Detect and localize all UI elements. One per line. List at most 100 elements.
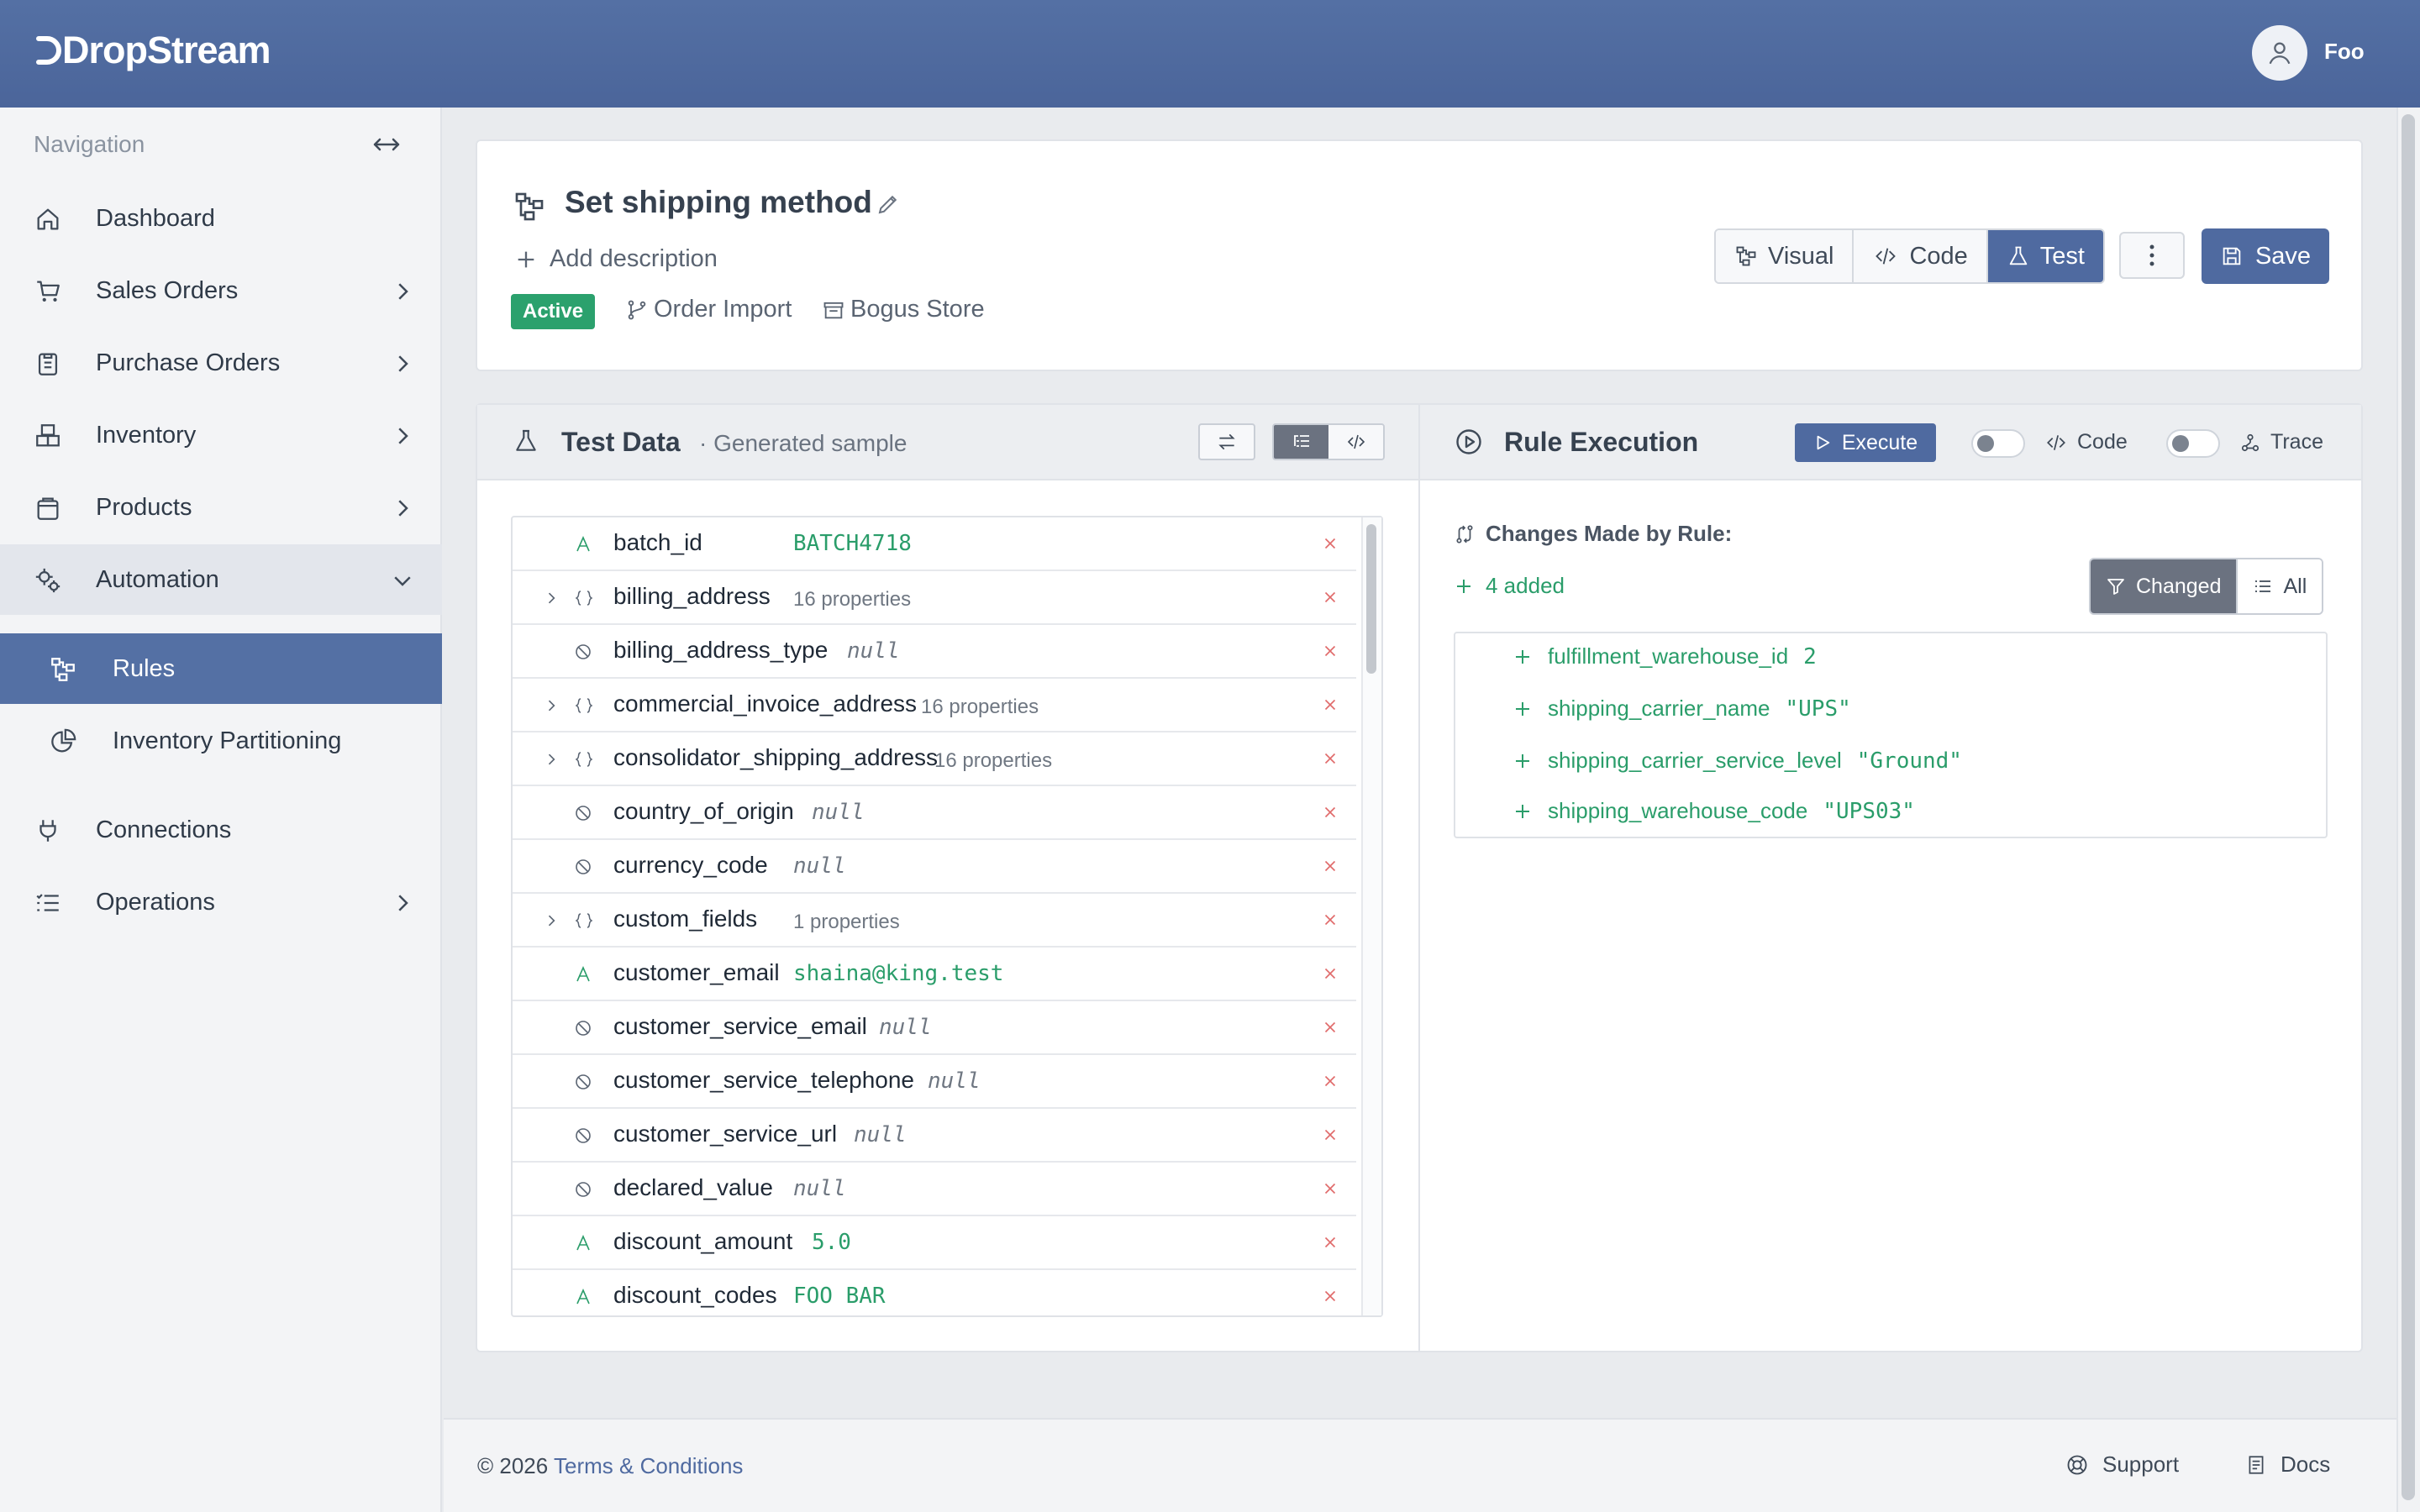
- sidebar-item-label: Connections: [96, 816, 232, 843]
- more-options-button[interactable]: [2119, 232, 2185, 279]
- list-item[interactable]: customer_service_telephone null: [513, 1055, 1356, 1109]
- app-logo[interactable]: DropStream: [34, 27, 271, 74]
- field-key: customer_email: [613, 959, 780, 985]
- remove-field-icon[interactable]: [1321, 1018, 1339, 1037]
- filter-changed-button[interactable]: Changed: [2091, 559, 2237, 613]
- change-value: "UPS": [1785, 696, 1851, 722]
- change-key: shipping_carrier_service_level: [1548, 748, 1842, 773]
- terms-link[interactable]: Terms & Conditions: [554, 1453, 743, 1478]
- remove-field-icon[interactable]: [1321, 1126, 1339, 1144]
- list-item[interactable]: country_of_origin null: [513, 786, 1356, 840]
- sidebar-item-dashboard[interactable]: Dashboard: [0, 183, 442, 254]
- remove-field-icon[interactable]: [1321, 1233, 1339, 1252]
- list-item[interactable]: customer_service_url null: [513, 1109, 1356, 1163]
- tree-view-button[interactable]: [1274, 425, 1328, 459]
- flask-icon: [516, 429, 536, 451]
- sidebar-item-label: Sales Orders: [96, 276, 239, 304]
- status-badge: Active: [511, 294, 596, 329]
- remove-field-icon[interactable]: [1321, 1287, 1339, 1305]
- home-icon: [37, 208, 59, 230]
- page-scrollbar-thumb[interactable]: [2402, 114, 2415, 1500]
- edit-pencil-icon[interactable]: [876, 192, 901, 217]
- code-icon: [1347, 434, 1365, 449]
- remove-field-icon[interactable]: [1321, 588, 1339, 606]
- list-item[interactable]: discount_amount 5.0: [513, 1216, 1356, 1270]
- sidebar-item-operations[interactable]: Operations: [0, 867, 442, 937]
- remove-field-icon[interactable]: [1321, 642, 1339, 660]
- string-type-icon: [576, 966, 590, 982]
- user-name[interactable]: Foo: [2324, 39, 2365, 65]
- tab-label: Test: [2039, 242, 2085, 270]
- remove-field-icon[interactable]: [1321, 534, 1339, 553]
- filter-all-button[interactable]: All: [2236, 559, 2323, 613]
- add-description-button[interactable]: Add description: [514, 245, 718, 273]
- chevron-right-icon[interactable]: [543, 590, 560, 606]
- list-item[interactable]: declared_value null: [513, 1163, 1356, 1216]
- list-item[interactable]: consolidator_shipping_address 16 properti…: [513, 732, 1356, 786]
- list-item[interactable]: customer_service_email null: [513, 1001, 1356, 1055]
- remove-field-icon[interactable]: [1321, 1179, 1339, 1198]
- collapse-sidebar-icon[interactable]: [370, 129, 403, 160]
- chevron-right-icon[interactable]: [543, 697, 560, 714]
- remove-field-icon[interactable]: [1321, 696, 1339, 714]
- docs-link[interactable]: Docs: [2245, 1452, 2330, 1478]
- chevron-right-icon: [398, 895, 408, 911]
- null-icon: [576, 859, 591, 874]
- sidebar-item-rules[interactable]: Rules: [0, 633, 442, 704]
- test-data-title: Test Data: [561, 427, 681, 457]
- code-toggle[interactable]: [1971, 429, 2025, 458]
- regenerate-sample-button[interactable]: [1198, 423, 1255, 460]
- trigger-label: Order Import: [654, 296, 792, 323]
- clipboard-icon: [38, 353, 58, 375]
- field-key: currency_code: [613, 852, 768, 878]
- field-value: 16 properties: [793, 588, 912, 611]
- sidebar-item-inventory[interactable]: Inventory: [0, 400, 442, 470]
- remove-field-icon[interactable]: [1321, 857, 1339, 875]
- execute-button[interactable]: Execute: [1795, 423, 1936, 462]
- list-item[interactable]: billing_address 16 properties: [513, 571, 1356, 625]
- list-item[interactable]: discount_codes FOO BAR: [513, 1270, 1356, 1315]
- add-description-label: Add description: [550, 245, 718, 272]
- added-summary: 4 added: [1454, 573, 1565, 599]
- tab-visual[interactable]: Visual: [1716, 230, 1854, 282]
- document-icon: [2249, 1455, 2264, 1474]
- sidebar-item-connections[interactable]: Connections: [0, 795, 442, 865]
- list-item[interactable]: batch_id BATCH4718: [513, 517, 1356, 571]
- tab-test[interactable]: Test: [1987, 230, 2103, 282]
- field-value: 16 properties: [934, 749, 1053, 772]
- sidebar-item-sales-orders[interactable]: Sales Orders: [0, 255, 442, 326]
- remove-field-icon[interactable]: [1321, 911, 1339, 929]
- tab-code[interactable]: Code: [1854, 230, 1988, 282]
- support-link[interactable]: Support: [2065, 1452, 2179, 1478]
- remove-field-icon[interactable]: [1321, 964, 1339, 983]
- field-value: 16 properties: [921, 696, 1039, 718]
- sidebar-item-inventory-partitioning[interactable]: Inventory Partitioning: [0, 706, 442, 776]
- code-icon: [2047, 434, 2065, 450]
- remove-field-icon[interactable]: [1321, 749, 1339, 768]
- sidebar-item-automation[interactable]: Automation: [0, 544, 442, 615]
- field-key: declared_value: [613, 1174, 773, 1200]
- chevron-right-icon: [398, 283, 408, 300]
- sidebar-item-purchase-orders[interactable]: Purchase Orders: [0, 328, 442, 398]
- list-item[interactable]: currency_code null: [513, 840, 1356, 894]
- chevron-right-icon[interactable]: [543, 751, 560, 768]
- field-key: country_of_origin: [613, 798, 794, 824]
- list-item[interactable]: commercial_invoice_address 16 properties: [513, 679, 1356, 732]
- diff-icon: [1456, 524, 1473, 543]
- list-item[interactable]: custom_fields 1 properties: [513, 894, 1356, 948]
- sidebar-item-products[interactable]: Products: [0, 472, 442, 543]
- remove-field-icon[interactable]: [1321, 1072, 1339, 1090]
- remove-field-icon[interactable]: [1321, 803, 1339, 822]
- cart-icon: [37, 281, 60, 302]
- field-value: null: [879, 1015, 932, 1040]
- list-item[interactable]: billing_address_type null: [513, 625, 1356, 679]
- list-scrollbar-thumb[interactable]: [1366, 524, 1376, 674]
- trace-toggle[interactable]: [2166, 429, 2220, 458]
- null-icon: [576, 1128, 591, 1143]
- avatar[interactable]: [2252, 25, 2307, 81]
- json-view-button[interactable]: [1328, 425, 1383, 459]
- save-button[interactable]: Save: [2202, 228, 2329, 284]
- chevron-right-icon[interactable]: [543, 912, 560, 929]
- list-item[interactable]: customer_email shaina@king.test: [513, 948, 1356, 1001]
- field-key: commercial_invoice_address: [613, 690, 918, 717]
